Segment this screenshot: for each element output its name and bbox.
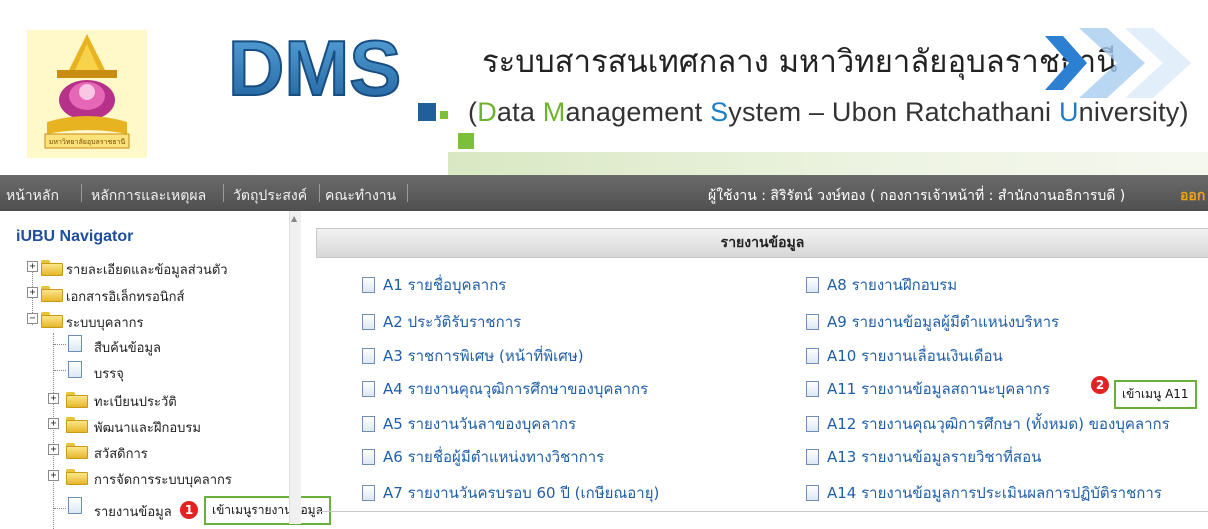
tree-line bbox=[54, 370, 66, 371]
document-icon bbox=[68, 335, 82, 352]
menu-divider bbox=[407, 184, 408, 202]
scroll-up-arrow-icon[interactable]: ▲ bbox=[291, 214, 297, 223]
document-icon bbox=[806, 416, 819, 432]
document-icon bbox=[362, 381, 375, 397]
folder-icon bbox=[66, 469, 88, 485]
document-icon bbox=[362, 314, 375, 330]
expand-icon[interactable]: + bbox=[27, 287, 38, 298]
report-link-a9[interactable]: A9 รายงานข้อมูลผู้มีตำแหน่งบริหาร bbox=[806, 310, 1059, 334]
expand-icon[interactable]: + bbox=[48, 418, 59, 429]
navigator-panel: iUBU Navigator + รายละเอียดและข้อมูลส่วน… bbox=[0, 211, 331, 529]
document-icon bbox=[362, 348, 375, 364]
document-icon bbox=[362, 416, 375, 432]
document-icon bbox=[362, 485, 375, 501]
folder-icon bbox=[66, 392, 88, 408]
tree-line bbox=[54, 508, 66, 509]
report-link-a5[interactable]: A5 รายงานวันลาของบุคลากร bbox=[362, 412, 576, 436]
document-icon bbox=[68, 497, 82, 514]
tree-node-e-documents[interactable]: เอกสารอิเล็กทรอนิกส์ bbox=[66, 286, 184, 307]
document-icon bbox=[806, 381, 819, 397]
menu-home[interactable]: หน้าหลัก bbox=[6, 185, 59, 207]
report-link-a12[interactable]: A12 รายงานคุณวุฒิการศึกษา (ทั้งหมด) ของบ… bbox=[806, 412, 1170, 436]
logout-link[interactable]: ออก bbox=[1180, 185, 1205, 207]
page-header: มหาวิทยาลัยอุบลราชธานี DMS ระบบสารสนเทศก… bbox=[0, 0, 1208, 175]
report-link-a14[interactable]: A14 รายงานข้อมูลการประเมินผลการปฏิบัติรา… bbox=[806, 481, 1162, 505]
folder-icon bbox=[66, 417, 88, 433]
menu-objectives[interactable]: วัตถุประสงค์ bbox=[233, 185, 307, 207]
report-link-a11[interactable]: A11 รายงานข้อมูลสถานะบุคลากร bbox=[806, 377, 1050, 401]
tree-line bbox=[53, 333, 54, 529]
tree-node-personnel-management[interactable]: การจัดการระบบบุคลากร bbox=[94, 469, 232, 490]
report-link-a2[interactable]: A2 ประวัติรับราชการ bbox=[362, 310, 521, 334]
menu-committee[interactable]: คณะทำงาน bbox=[325, 185, 396, 207]
report-link-a8[interactable]: A8 รายงานฝึกอบรม bbox=[806, 273, 957, 297]
header-accent-bar bbox=[448, 152, 1208, 175]
collapse-icon[interactable]: − bbox=[27, 313, 38, 324]
folder-icon bbox=[66, 443, 88, 459]
document-icon bbox=[806, 314, 819, 330]
document-icon bbox=[806, 348, 819, 364]
document-icon bbox=[806, 485, 819, 501]
tree-node-recruitment[interactable]: บรรจุ bbox=[94, 363, 124, 384]
folder-icon bbox=[41, 260, 63, 276]
navigator-title: iUBU Navigator bbox=[16, 228, 134, 245]
report-link-a13[interactable]: A13 รายงานข้อมูลรายวิชาที่สอน bbox=[806, 445, 1041, 469]
report-link-a3[interactable]: A3 ราชการพิเศษ (หน้าที่พิเศษ) bbox=[362, 344, 584, 368]
tree-node-personnel-system[interactable]: ระบบบุคลากร bbox=[66, 312, 144, 333]
svg-text:DMS: DMS bbox=[228, 25, 401, 112]
document-icon bbox=[362, 277, 375, 293]
dms-logo: DMS bbox=[228, 25, 474, 149]
report-link-a4[interactable]: A4 รายงานคุณวุฒิการศึกษาของบุคลากร bbox=[362, 377, 648, 401]
folder-icon bbox=[41, 286, 63, 302]
menu-divider bbox=[223, 184, 224, 202]
expand-icon[interactable]: + bbox=[48, 393, 59, 404]
tree-line bbox=[54, 344, 66, 345]
navigator-scrollbar[interactable] bbox=[289, 211, 301, 524]
step-badge-2: 2 bbox=[1091, 376, 1109, 394]
expand-icon[interactable]: + bbox=[27, 261, 38, 272]
callout-enter-reports-menu: เข้าเมนูรายงานข้อมูล bbox=[204, 496, 331, 525]
tree-node-history-records[interactable]: ทะเบียนประวัติ bbox=[94, 391, 177, 412]
document-icon bbox=[806, 277, 819, 293]
top-menu-bar: หน้าหลัก หลักการและเหตุผล วัตถุประสงค์ ค… bbox=[0, 175, 1208, 211]
system-title-english: (Data Management System – Ubon Ratchatha… bbox=[468, 97, 1189, 127]
report-link-a10[interactable]: A10 รายงานเลื่อนเงินเดือน bbox=[806, 344, 1003, 368]
menu-divider bbox=[319, 184, 320, 202]
menu-principles[interactable]: หลักการและเหตุผล bbox=[91, 185, 206, 207]
report-link-a6[interactable]: A6 รายชื่อผู้มีตำแหน่งทางวิชาการ bbox=[362, 445, 604, 469]
reports-panel: รายงานข้อมูล A1 รายชื่อบุคลากร A2 ประวัต… bbox=[316, 228, 1208, 524]
tree-node-training[interactable]: พัฒนาและฝึกอบรม bbox=[94, 417, 201, 438]
svg-text:มหาวิทยาลัยอุบลราชธานี: มหาวิทยาลัยอุบลราชธานี bbox=[49, 138, 126, 146]
tree-node-reports[interactable]: รายงานข้อมูล bbox=[94, 501, 172, 522]
university-seal-logo: มหาวิทยาลัยอุบลราชธานี bbox=[27, 30, 147, 158]
document-icon bbox=[362, 449, 375, 465]
callout-enter-a11-menu: เข้าเมนู A11 bbox=[1114, 380, 1197, 409]
expand-icon[interactable]: + bbox=[48, 444, 59, 455]
system-title-thai: ระบบสารสนเทศกลาง มหาวิทยาลัยอุบลราชธานี bbox=[482, 44, 1118, 80]
tree-node-personal-info[interactable]: รายละเอียดและข้อมูลส่วนตัว bbox=[66, 259, 228, 280]
open-folder-icon bbox=[41, 312, 63, 328]
document-icon bbox=[68, 361, 82, 378]
report-link-a7[interactable]: A7 รายงานวันครบรอบ 60 ปี (เกษียณอายุ) bbox=[362, 481, 659, 505]
tree-node-search-data[interactable]: สืบค้นข้อมูล bbox=[94, 337, 161, 358]
reports-panel-title: รายงานข้อมูล bbox=[316, 228, 1208, 258]
panel-divider bbox=[316, 511, 1208, 512]
tree-node-welfare[interactable]: สวัสดิการ bbox=[94, 443, 148, 464]
current-user-info: ผู้ใช้งาน : สิริรัตน์ วงษ์ทอง ( กองการเจ… bbox=[708, 188, 1126, 204]
expand-icon[interactable]: + bbox=[48, 470, 59, 481]
menu-divider bbox=[81, 184, 82, 202]
report-link-a1[interactable]: A1 รายชื่อบุคลากร bbox=[362, 273, 506, 297]
step-badge-1: 1 bbox=[180, 501, 198, 519]
chevron-decoration-icon bbox=[1045, 28, 1191, 98]
document-icon bbox=[806, 449, 819, 465]
